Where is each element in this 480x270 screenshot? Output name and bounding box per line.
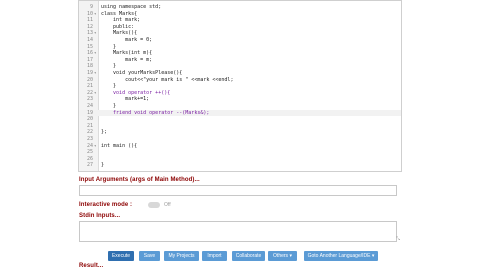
line-number: 20	[86, 76, 93, 83]
code-text: using namespace std;	[101, 4, 162, 10]
code-text: void operator ++(){	[101, 89, 171, 96]
fold-arrow-icon[interactable]: ▾	[94, 90, 99, 97]
line-number: 11	[86, 17, 93, 24]
line-number: 20	[86, 116, 93, 123]
line-number: 23	[86, 96, 93, 103]
code-line[interactable]: 25	[79, 149, 401, 156]
line-number: 21	[86, 122, 93, 129]
code-line[interactable]: 17 mark = m;	[79, 57, 401, 64]
code-text: mark = 0;	[101, 37, 153, 43]
line-number: 17	[86, 56, 93, 63]
line-number: 22	[86, 129, 93, 136]
code-text: };	[101, 129, 108, 136]
save-button[interactable]: Save	[139, 251, 160, 261]
code-line[interactable]: 16 ▾ Marks(int m){	[79, 50, 401, 57]
toggle-state-text: Off	[164, 202, 171, 208]
code-text: }	[101, 103, 117, 109]
code-text: }	[101, 63, 117, 70]
code-line[interactable]: 14 mark = 0;	[79, 37, 401, 44]
code-line[interactable]: 18 }	[79, 63, 401, 70]
line-number: 27	[86, 162, 93, 169]
execute-button[interactable]: Execute	[108, 251, 134, 261]
line-number: 9	[89, 4, 93, 10]
code-text: int main (){	[101, 142, 138, 149]
code-line[interactable]: 19 friend void operator --(Marks&);	[79, 109, 401, 117]
code-line[interactable]: 15 }	[79, 44, 401, 51]
code-text: }	[101, 162, 105, 169]
code-line[interactable]: 23	[79, 136, 401, 143]
collaborate-button[interactable]: Collaborate	[232, 251, 265, 261]
fold-arrow-icon[interactable]: ▾	[94, 143, 99, 150]
code-line[interactable]: 24 }	[79, 103, 401, 110]
code-line[interactable]: 12 public:	[79, 24, 401, 31]
line-number: 25	[86, 149, 93, 156]
resize-handle-icon[interactable]: ⤡	[396, 236, 400, 242]
line-number: 15	[86, 43, 93, 50]
line-number: 24	[86, 103, 93, 109]
code-text: cout<<"your mark is " <<mark <<endl;	[101, 76, 234, 83]
code-line[interactable]: 20	[79, 116, 401, 123]
code-line[interactable]: 19 ▾ void yourMarksPlease(){	[79, 70, 401, 77]
line-number: 18	[86, 63, 93, 70]
my-projects-button[interactable]: My Projects	[164, 251, 199, 261]
code-line[interactable]: 24 ▾ int main (){	[79, 143, 401, 150]
code-text: mark+=1;	[101, 96, 150, 103]
code-text: friend void operator --(Marks&);	[101, 109, 210, 116]
input-arguments-label: Input Arguments (args of Main Method)...	[79, 177, 200, 183]
fold-arrow-icon[interactable]: ▾	[94, 11, 99, 18]
code-text: }	[101, 83, 117, 90]
line-number: 19	[86, 109, 93, 116]
line-number: 12	[86, 23, 93, 30]
code-line[interactable]: 9 using namespace std;	[79, 4, 401, 11]
code-line[interactable]: 11 int mark;	[79, 17, 401, 24]
code-line[interactable]: 22 ▾ void operator ++(){	[79, 90, 401, 97]
code-line[interactable]: 21 }	[79, 83, 401, 90]
input-arguments-field[interactable]	[79, 185, 397, 196]
interactive-mode-label: Interactive mode :	[79, 202, 133, 208]
code-line[interactable]: 23 mark+=1;	[79, 96, 401, 103]
import-button[interactable]: Import	[202, 251, 227, 261]
code-line[interactable]: 13 ▾ Marks(){	[79, 30, 401, 37]
line-number: 16	[86, 50, 93, 57]
code-line[interactable]: 22};	[79, 129, 401, 136]
line-number: 24	[86, 142, 93, 149]
line-number: 26	[86, 155, 93, 162]
code-line[interactable]: 20 cout<<"your mark is " <<mark <<endl;	[79, 77, 401, 84]
code-line[interactable]: 26	[79, 156, 401, 163]
line-number: 10	[86, 10, 93, 17]
code-text: }	[101, 43, 117, 50]
code-line[interactable]: 27}	[79, 162, 401, 169]
code-text: Marks(){	[101, 30, 138, 37]
result-label: Result...	[79, 263, 104, 269]
code-text: mark = m;	[101, 56, 153, 63]
code-text: public:	[101, 23, 135, 30]
line-number: 21	[86, 83, 93, 90]
goto-language-dropdown-button[interactable]: Goto Another Language/IDE ▾	[304, 251, 378, 261]
code-editor[interactable]: 9 using namespace std; 10 ▾ class Marks{11 i…	[78, 0, 402, 172]
code-line[interactable]: 10 ▾ class Marks{	[79, 11, 401, 18]
fold-arrow-icon[interactable]: ▾	[94, 30, 99, 37]
code-text: class Marks{	[101, 10, 138, 17]
fold-arrow-icon[interactable]: ▾	[94, 70, 99, 77]
code-text: Marks(int m){	[101, 50, 153, 57]
fold-arrow-icon[interactable]: ▾	[94, 50, 99, 57]
line-number: 19	[86, 70, 93, 76]
others-dropdown-button[interactable]: Others ▾	[268, 251, 297, 261]
stdin-label: Stdin Inputs...	[79, 213, 121, 219]
code-line[interactable]: 21	[79, 123, 401, 130]
line-number: 14	[86, 37, 93, 43]
line-number: 23	[86, 136, 93, 142]
stdin-textarea[interactable]	[79, 221, 397, 242]
code-text: int mark;	[101, 17, 141, 24]
interactive-mode-toggle[interactable]	[148, 202, 160, 208]
line-number: 13	[86, 30, 93, 37]
line-number: 22	[86, 89, 93, 96]
code-text: void yourMarksPlease(){	[101, 70, 183, 76]
